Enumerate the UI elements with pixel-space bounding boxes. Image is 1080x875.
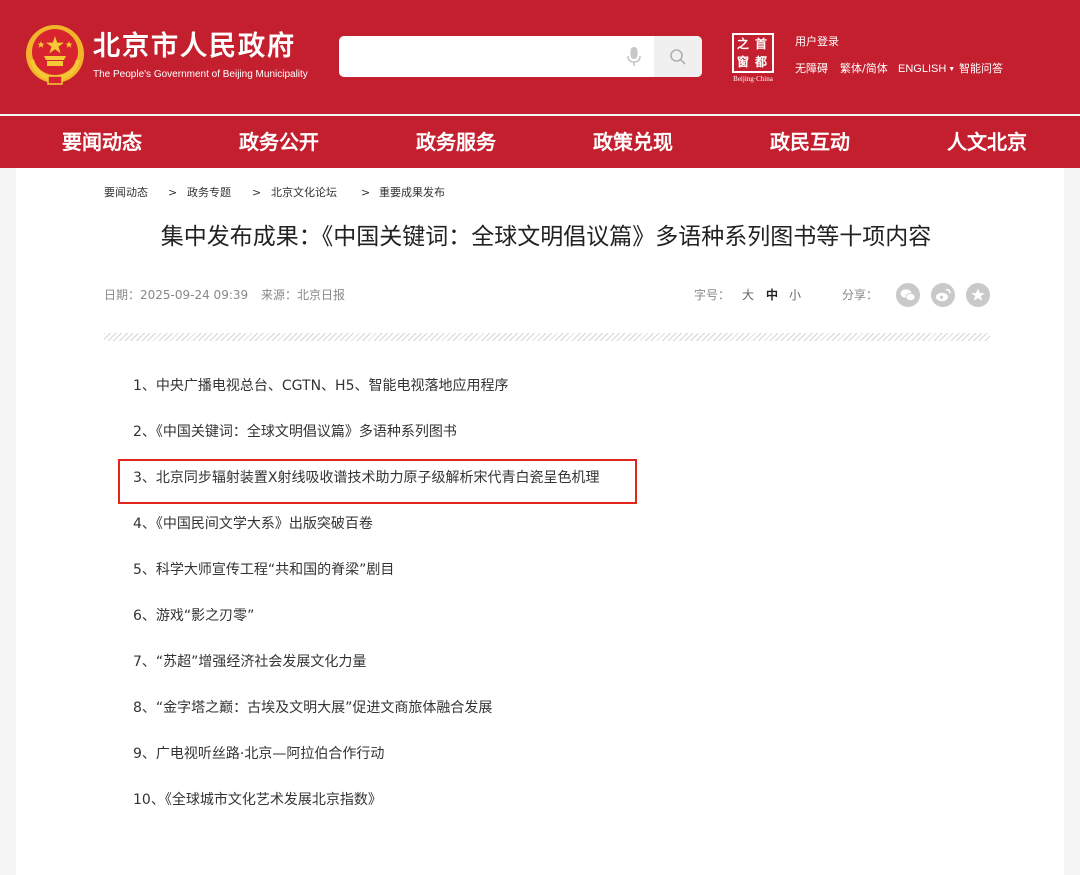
font-size-label: 字号： xyxy=(694,288,731,302)
site-title[interactable]: 北京市人民政府 xyxy=(93,30,296,64)
microphone-icon[interactable] xyxy=(624,46,644,68)
breadcrumb-separator: > xyxy=(168,186,178,199)
list-item: 2、《中国关键词：全球文明倡议篇》多语种系列图书 xyxy=(133,424,457,440)
list-item: 4、《中国民间文学大系》出版突破百卷 xyxy=(133,516,373,532)
capital-window-logo[interactable]: 之 首 窗 都 Beijing·China xyxy=(729,33,777,87)
search-box xyxy=(339,36,702,77)
capital-seal: 之 首 窗 都 xyxy=(732,33,774,73)
traditional-simplified-link[interactable]: 繁体/简体 xyxy=(840,62,888,76)
smart-qa-link[interactable]: 智能问答 xyxy=(959,62,1003,76)
search-button[interactable] xyxy=(654,36,702,77)
breadcrumb-item[interactable]: 政务专题 xyxy=(187,185,231,201)
breadcrumb-item[interactable]: 要闻动态 xyxy=(104,185,148,201)
wechat-icon[interactable] xyxy=(896,283,920,307)
font-size-large[interactable]: 大 xyxy=(742,287,754,303)
favorite-icon[interactable] xyxy=(966,283,990,307)
list-item: 5、科学大师宣传工程“共和国的脊梁”剧目 xyxy=(133,562,395,578)
search-icon xyxy=(670,49,686,65)
highlight-box xyxy=(118,459,637,504)
nav-item-gov-services[interactable]: 政务服务 xyxy=(416,116,496,168)
font-size-small[interactable]: 小 xyxy=(789,287,801,303)
site-subtitle: The People's Government of Beijing Munic… xyxy=(93,69,308,80)
breadcrumb-item[interactable]: 北京文化论坛 xyxy=(271,185,337,201)
weibo-icon[interactable] xyxy=(931,283,955,307)
breadcrumb-separator: > xyxy=(252,186,262,199)
seal-char-3: 窗 xyxy=(737,55,750,69)
article-date: 日期：2025-09-24 09:39 xyxy=(104,288,249,302)
list-item: 8、“金字塔之巅：古埃及文明大展”促进文商旅体融合发展 xyxy=(133,700,493,716)
capital-caption: Beijing·China xyxy=(733,75,773,83)
english-link-label: ENGLISH xyxy=(898,63,947,75)
breadcrumb-item[interactable]: 重要成果发布 xyxy=(379,185,445,201)
font-size-medium[interactable]: 中 xyxy=(766,287,778,303)
seal-char-2: 首 xyxy=(755,37,768,51)
article-source: 来源：北京日报 xyxy=(261,288,346,302)
nav-item-interaction[interactable]: 政民互动 xyxy=(770,116,850,168)
nav-item-news[interactable]: 要闻动态 xyxy=(62,116,142,168)
title-divider xyxy=(104,333,990,341)
nav-item-humanities[interactable]: 人文北京 xyxy=(947,116,1027,168)
article-title: 集中发布成果：《中国关键词：全球文明倡议篇》多语种系列图书等十项内容 xyxy=(160,224,932,250)
share-label: 分享： xyxy=(842,288,879,302)
seal-char-4: 都 xyxy=(755,55,768,69)
english-link[interactable]: ENGLISH ▼ xyxy=(898,62,955,78)
caret-down-icon: ▼ xyxy=(948,66,956,73)
main-nav: 要闻动态 政务公开 政务服务 政策兑现 政民互动 人文北京 xyxy=(0,116,1080,168)
breadcrumb-separator: > xyxy=(361,186,371,199)
site-header: 北京市人民政府 The People's Government of Beiji… xyxy=(0,0,1080,114)
list-item: 10、《全球城市文化艺术发展北京指数》 xyxy=(133,792,382,808)
national-emblem-icon[interactable] xyxy=(24,24,86,86)
user-login-link[interactable]: 用户登录 xyxy=(795,35,839,49)
seal-char-1: 之 xyxy=(737,37,750,51)
list-item: 9、广电视听丝路·北京—阿拉伯合作行动 xyxy=(133,746,385,762)
list-item: 6、游戏“影之刃零” xyxy=(133,608,255,624)
nav-item-gov-affairs[interactable]: 政务公开 xyxy=(239,116,319,168)
list-item: 1、中央广播电视总台、CGTN、H5、智能电视落地应用程序 xyxy=(133,378,509,394)
search-input[interactable] xyxy=(339,36,619,77)
nav-item-policy[interactable]: 政策兑现 xyxy=(593,116,673,168)
list-item: 7、“苏超”增强经济社会发展文化力量 xyxy=(133,654,367,670)
accessibility-link[interactable]: 无障碍 xyxy=(795,62,828,76)
